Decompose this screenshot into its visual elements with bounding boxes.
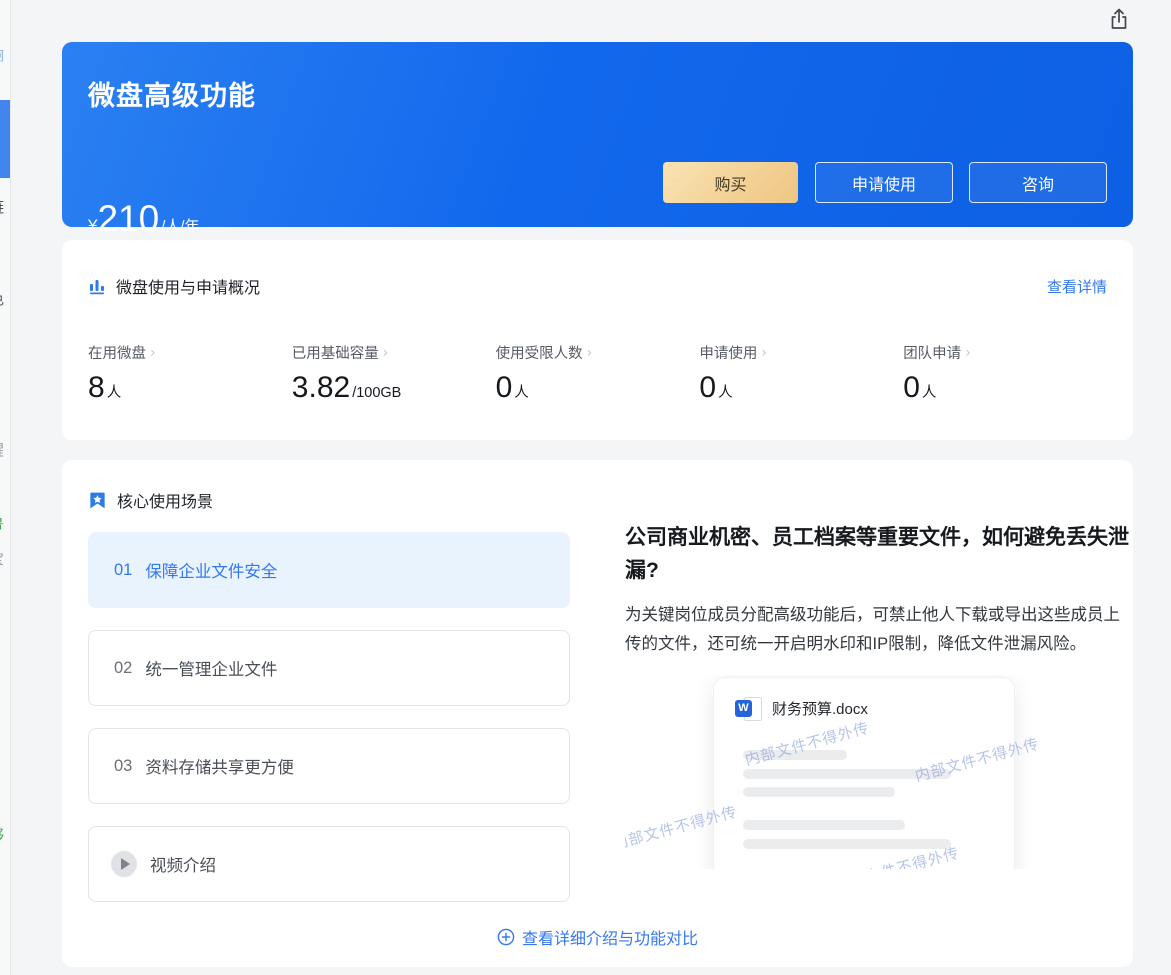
scenario-item-3[interactable]: 03 资料存储共享更方便: [88, 728, 570, 804]
video-intro-item[interactable]: 视频介绍: [88, 826, 570, 902]
sliver-glyph: 响: [0, 48, 4, 63]
word-file-icon: W: [735, 696, 763, 722]
share-icon[interactable]: [1105, 6, 1133, 34]
premium-feature-hero-card: 微盘高级功能 ¥210/人/年 购买 申请使用 咨询: [62, 42, 1133, 237]
price-currency: ¥: [88, 216, 98, 235]
stat-value: 0: [903, 371, 920, 404]
stat-label-link[interactable]: 申请使用 ›: [699, 342, 903, 363]
placeholder-line: [743, 838, 951, 849]
document-filename: 财务预算.docx: [772, 701, 868, 719]
scenario-number: 01: [114, 560, 133, 579]
stat-active-users: 在用微盘 › 8人: [88, 342, 292, 403]
overview-title: 微盘使用与申请概况: [116, 280, 261, 297]
stat-label-link[interactable]: 团队申请 ›: [903, 342, 1107, 363]
plus-circle-icon: [497, 928, 515, 946]
compare-features-link[interactable]: 查看详细介绍与功能对比: [62, 925, 1133, 949]
apply-button[interactable]: 申请使用: [815, 162, 953, 203]
scenario-detail-body: 为关键岗位成员分配高级功能后，可禁止他人下载或导出这些成员上传的文件，还可统一开…: [625, 606, 1120, 653]
stat-label-link[interactable]: 使用受限人数 ›: [496, 342, 700, 363]
chevron-right-icon: ›: [586, 344, 593, 361]
stat-restricted-users: 使用受限人数 › 0人: [496, 342, 700, 403]
consult-button[interactable]: 咨询: [969, 162, 1107, 203]
scenario-label: 保障企业文件安全: [145, 563, 278, 581]
sliver-glyph: 够: [0, 828, 4, 843]
document-card: W 财务预算.docx: [713, 676, 1015, 869]
sliver-glyph: 醒: [0, 443, 4, 458]
stat-label-link[interactable]: 已用基础容量 ›: [292, 342, 496, 363]
scenario-detail-heading: 公司商业机密、员工档案等重要文件，如何避免丢失泄漏?: [625, 526, 1129, 582]
scenario-list: 01 保障企业文件安全 02 统一管理企业文件 03 资料存储共享更方便 视频介…: [88, 532, 570, 902]
price: ¥210/人/年: [88, 200, 200, 237]
page-title: 微盘高级功能: [88, 81, 256, 111]
scenarios-title: 核心使用场景: [117, 494, 214, 511]
bar-chart-icon: [88, 277, 106, 295]
view-details-link[interactable]: 查看详情: [1047, 276, 1107, 297]
scenario-item-2[interactable]: 02 统一管理企业文件: [88, 630, 570, 706]
stat-apply-usage: 申请使用 › 0人: [699, 342, 903, 403]
sliver-glyph: 色: [0, 292, 4, 307]
stat-unit: 人: [514, 385, 529, 401]
placeholder-line: [743, 786, 895, 797]
stat-unit: 人: [718, 385, 733, 401]
stats-row: 在用微盘 › 8人 已用基础容量 › 3.82/100GB 使用受限人数 › 0人 申…: [88, 342, 1107, 403]
stat-team-apply: 团队申请 › 0人: [903, 342, 1107, 403]
stat-unit: 人: [921, 385, 937, 401]
hero-actions: 购买 申请使用 咨询: [663, 162, 1107, 203]
play-icon: [111, 851, 137, 877]
buy-button[interactable]: 购买: [663, 162, 798, 203]
video-intro-label: 视频介绍: [150, 857, 216, 875]
scenario-number: 02: [114, 658, 133, 677]
stat-unit: /100GB: [352, 385, 402, 401]
scenario-label: 统一管理企业文件: [145, 661, 278, 679]
core-scenarios-card: 核心使用场景 01 保障企业文件安全 02 统一管理企业文件 03 资料存储共享…: [62, 460, 1133, 967]
placeholder-line: [743, 819, 905, 830]
stat-unit: 人: [106, 385, 122, 401]
price-unit: /人/年: [161, 218, 200, 235]
scenario-item-1[interactable]: 01 保障企业文件安全: [88, 532, 570, 608]
bookmark-star-icon: [88, 491, 107, 510]
background-window-sliver: 响 链 色 T 醒 鲁 宝 N 够 N: [0, 0, 11, 975]
chevron-right-icon: ›: [382, 344, 389, 361]
sliver-glyph: 宝: [0, 552, 4, 567]
stat-value: 0: [495, 371, 513, 404]
scenario-label: 资料存储共享更方便: [145, 759, 294, 777]
usage-overview-card: 微盘使用与申请概况 查看详情 在用微盘 › 8人 已用基础容量 › 3.82/100…: [62, 240, 1133, 440]
stat-value: 3.82: [291, 371, 351, 404]
scenario-detail-panel: 公司商业机密、员工档案等重要文件，如何避免丢失泄漏? 为关键岗位成员分配高级功能…: [625, 522, 1135, 869]
background-selected-item-sliver: [0, 100, 10, 178]
chevron-right-icon: ›: [150, 344, 156, 361]
chevron-right-icon: ›: [761, 344, 767, 361]
stat-used-capacity: 已用基础容量 › 3.82/100GB: [292, 342, 496, 403]
chevron-right-icon: ›: [965, 344, 971, 361]
sliver-glyph: 鲁: [0, 516, 4, 531]
sliver-glyph: 链: [0, 200, 4, 215]
price-amount: 210: [97, 198, 160, 239]
stat-value: 8: [88, 371, 105, 404]
document-preview: W 财务预算.docx 内部文件不得外传 内部文件不得外传 内部文件不得外传 内…: [625, 675, 1135, 869]
scenario-number: 03: [114, 756, 133, 775]
stat-label-link[interactable]: 在用微盘 ›: [88, 342, 292, 363]
stat-value: 0: [699, 371, 717, 404]
